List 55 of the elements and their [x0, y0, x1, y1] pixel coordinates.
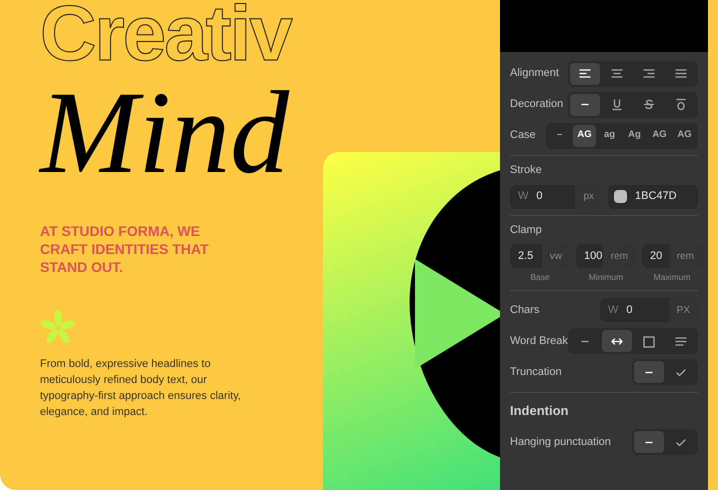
body-paragraph: From bold, expressive headlines to meticulously refined body text, our typography-first approach ensures clarity, elegance, and impact.: [40, 357, 242, 420]
outline-headline: Creativ: [40, 0, 294, 72]
property-label: Word Break: [510, 334, 568, 349]
underline-icon: [610, 98, 624, 111]
field-value: 2.5: [517, 248, 534, 264]
square-icon: [642, 334, 656, 348]
property-label: Stroke: [510, 163, 543, 178]
field-value: 0: [625, 303, 634, 318]
section-heading: Indention: [510, 402, 568, 418]
number-field[interactable]: 100 rem: [576, 244, 636, 268]
field-prefix: W: [607, 303, 618, 318]
tagline: AT STUDIO FORMA, WE CRAFT IDENTITIES THAT STAND OUT.: [40, 222, 210, 276]
field-prefix: W: [517, 189, 528, 204]
field-value: 0: [535, 189, 544, 204]
unit-label: PX: [668, 298, 698, 322]
unit-label: px: [575, 184, 602, 208]
number-field[interactable]: 20 rem: [642, 244, 702, 268]
segment-button[interactable]: [602, 330, 632, 352]
align-left-icon: [578, 67, 592, 80]
property-label: Truncation: [510, 365, 562, 380]
property-label: Case: [510, 128, 536, 144]
unit-label: rem: [668, 244, 702, 268]
property-label: Chars: [510, 303, 540, 318]
color-field[interactable]: 1BC47D: [608, 184, 698, 208]
property-label: Hanging punctuation: [510, 435, 611, 450]
case-option[interactable]: ag: [598, 124, 621, 146]
property-label: Alignment: [510, 66, 559, 82]
field-caption: Minimum: [588, 271, 624, 284]
script-headline: Mind: [40, 74, 290, 192]
justify-icon: [674, 67, 688, 80]
property-label: Clamp: [510, 222, 543, 238]
field-caption: Maximum: [654, 271, 690, 284]
unit-label: rem: [602, 244, 636, 268]
asterisk-icon: [40, 310, 76, 346]
field-value: 100: [583, 248, 603, 264]
strikethrough-icon: [642, 98, 656, 111]
lines-icon: [674, 334, 688, 348]
hex-value: 1BC47D: [635, 189, 677, 204]
case-option[interactable]: AG: [673, 124, 696, 146]
segment-button[interactable]: [570, 62, 600, 84]
case-option[interactable]: AG: [573, 124, 596, 146]
align-center-icon: [610, 67, 624, 80]
case-option[interactable]: AG: [648, 124, 671, 146]
align-right-icon: [642, 67, 656, 80]
property-label: Decoration: [510, 97, 564, 112]
overline-icon: [674, 98, 688, 111]
case-option[interactable]: –: [548, 124, 571, 146]
field-value: 20: [649, 248, 664, 264]
unit-label: vw: [542, 244, 570, 268]
number-field[interactable]: W 0 PX: [600, 298, 698, 322]
number-field[interactable]: 2.5 vw: [510, 244, 570, 268]
field-caption: Base: [530, 271, 550, 284]
case-option[interactable]: Ag: [623, 124, 646, 146]
number-field[interactable]: W 0 px: [510, 184, 602, 208]
color-swatch: [614, 190, 627, 203]
